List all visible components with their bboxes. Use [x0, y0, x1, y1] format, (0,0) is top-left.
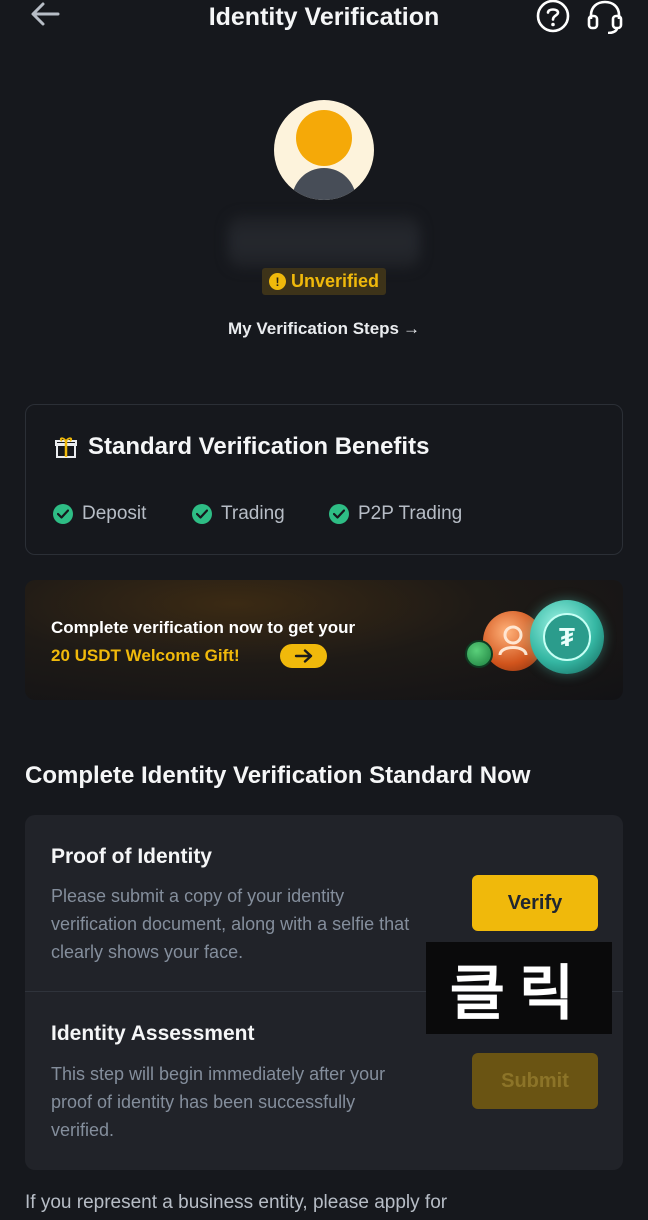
- benefit-item-p2p-trading: P2P Trading: [329, 503, 462, 525]
- promo-text: Complete verification now to get your: [51, 618, 356, 637]
- section-title: Complete Identity Verification Standard …: [25, 762, 531, 789]
- status-label: Unverified: [291, 271, 380, 291]
- steps-link-label: My Verification Steps: [228, 319, 399, 338]
- gift-icon: [55, 437, 77, 458]
- benefits-header: Standard Verification Benefits: [54, 433, 429, 461]
- step-desc-proof-of-identity: Please submit a copy of your identity ve…: [51, 886, 410, 962]
- usdt-symbol: ₮: [543, 613, 591, 661]
- benefits-title: Standard Verification Benefits: [88, 433, 430, 460]
- help-button[interactable]: [535, 0, 571, 34]
- benefit-item-deposit: Deposit: [53, 503, 146, 525]
- benefit-label: Trading: [221, 503, 285, 524]
- usdt-coin-icon: ₮: [530, 600, 604, 674]
- promo-arrow-button[interactable]: [280, 644, 327, 668]
- avatar-body: [292, 168, 356, 200]
- arrow-right-icon: →: [403, 319, 420, 338]
- submit-button[interactable]: Submit: [472, 1053, 598, 1109]
- click-annotation-overlay: 클릭: [426, 942, 612, 1034]
- question-circle-icon: [536, 0, 570, 33]
- headset-icon: [587, 0, 623, 35]
- header: Identity Verification: [0, 0, 648, 36]
- avatar: [274, 100, 374, 200]
- my-verification-steps-link[interactable]: My Verification Steps →: [0, 316, 648, 342]
- verify-button[interactable]: Verify: [472, 875, 598, 931]
- benefits-card: Standard Verification Benefits Deposit T…: [25, 404, 623, 555]
- arrow-right-icon: [294, 649, 312, 663]
- check-coin-icon: [465, 640, 493, 668]
- identity-verification-page: Identity Verification ! Unverified My Ve…: [0, 0, 648, 1220]
- step-desc-identity-assessment: This step will begin immediately after y…: [51, 1064, 386, 1140]
- avatar-head: [296, 110, 352, 166]
- check-circle-icon: [192, 504, 212, 524]
- business-entity-text: If you represent a business entity, plea…: [25, 1192, 448, 1213]
- status-badge: ! Unverified: [262, 268, 387, 295]
- support-button[interactable]: [586, 0, 624, 35]
- benefit-label: Deposit: [82, 503, 147, 524]
- check-circle-icon: [53, 504, 73, 524]
- blurred-username: [228, 216, 420, 268]
- promo-highlight: 20 USDT Welcome Gift!: [51, 646, 240, 665]
- benefit-label: P2P Trading: [358, 503, 463, 524]
- benefit-item-trading: Trading: [192, 503, 285, 525]
- step-title-proof-of-identity: Proof of Identity: [51, 845, 212, 868]
- exclamation-circle-icon: !: [269, 273, 286, 290]
- check-circle-icon: [329, 504, 349, 524]
- welcome-gift-banner[interactable]: Complete verification now to get your 20…: [25, 580, 623, 700]
- step-title-identity-assessment: Identity Assessment: [51, 1022, 255, 1045]
